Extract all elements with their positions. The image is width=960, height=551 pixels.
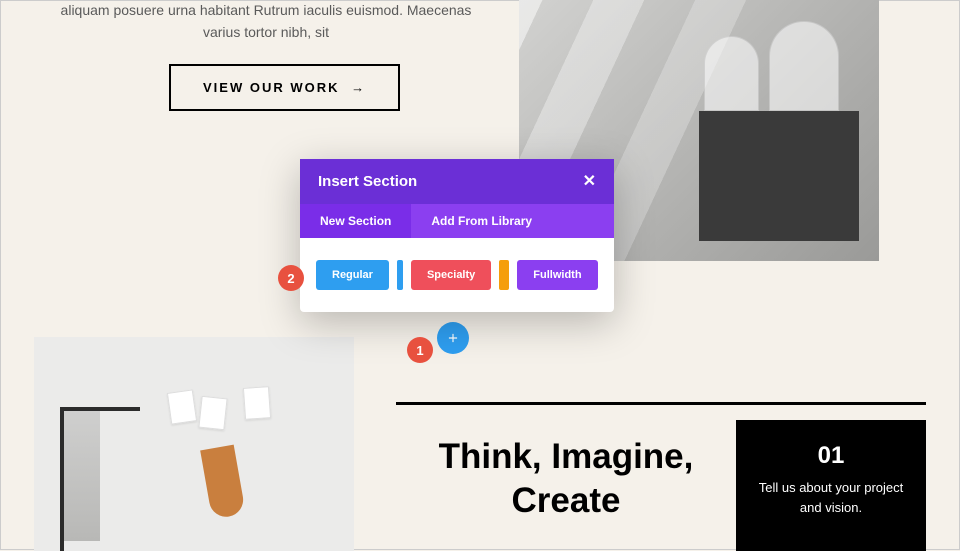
tab-new-section[interactable]: New Section <box>300 204 411 238</box>
gallery-image <box>34 337 354 551</box>
regular-chip-icon <box>397 260 403 290</box>
button-label: VIEW OUR WORK <box>203 80 340 95</box>
step-description: Tell us about your project and vision. <box>756 478 906 517</box>
modal-header: Insert Section ✕ <box>300 159 614 204</box>
arrow-right-icon: → <box>351 80 366 95</box>
fullwidth-section-button[interactable]: Fullwidth <box>517 260 597 290</box>
specialty-section-button[interactable]: Specialty <box>411 260 491 290</box>
add-section-button[interactable] <box>437 322 469 354</box>
insert-section-modal: Insert Section ✕ New Section Add From Li… <box>300 159 614 312</box>
annotation-1: 1 <box>407 337 433 363</box>
step-card-01: 01 Tell us about your project and vision… <box>736 420 926 551</box>
section-divider <box>396 402 926 405</box>
modal-title: Insert Section <box>318 173 417 190</box>
section-headline: Think, Imagine, Create <box>396 435 736 523</box>
modal-body: Regular Specialty Fullwidth <box>300 238 614 312</box>
view-our-work-button[interactable]: VIEW OUR WORK → <box>169 64 400 111</box>
close-icon[interactable]: ✕ <box>583 174 596 190</box>
annotation-2: 2 <box>278 265 304 291</box>
tab-add-from-library[interactable]: Add From Library <box>411 204 552 238</box>
step-number: 01 <box>756 442 906 470</box>
regular-section-button[interactable]: Regular <box>316 260 389 290</box>
hero-paragraph: aliquam posuere urna habitant Rutrum iac… <box>41 0 491 44</box>
specialty-chip-icon <box>499 260 509 290</box>
modal-tabs: New Section Add From Library <box>300 204 614 238</box>
plus-icon <box>446 331 460 345</box>
